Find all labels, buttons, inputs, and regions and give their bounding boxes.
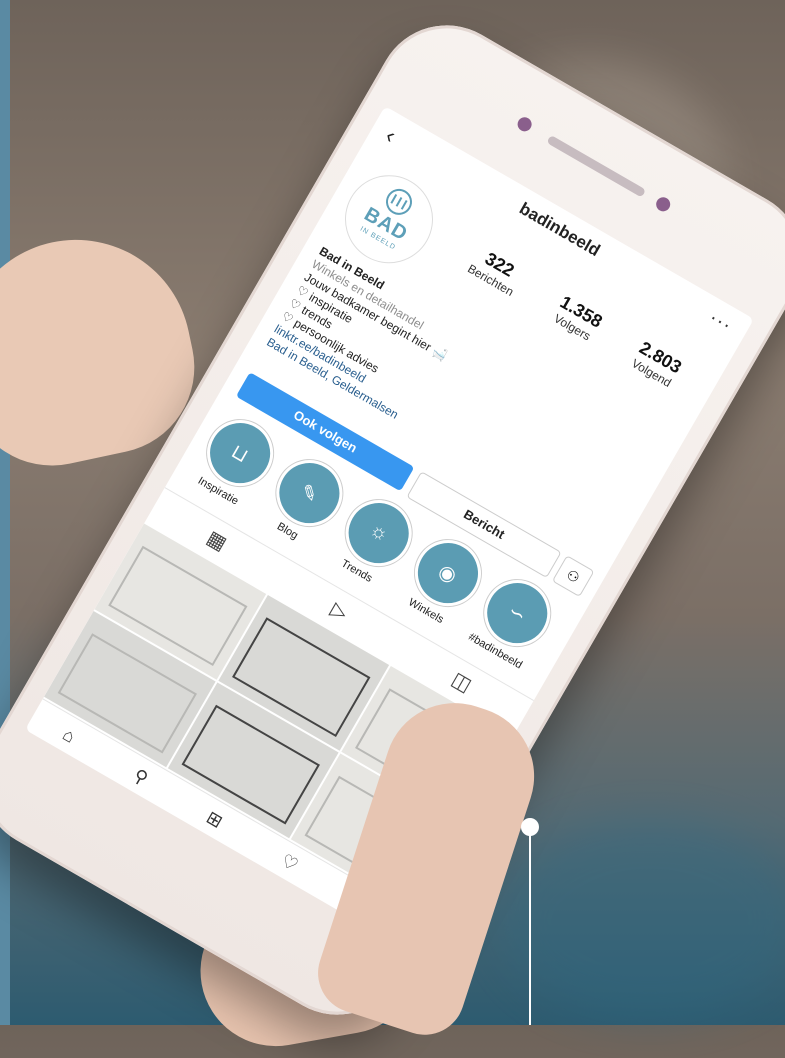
proximity-sensor: [653, 194, 673, 214]
search-icon[interactable]: ⚲: [126, 758, 155, 796]
activity-icon[interactable]: ♡: [274, 843, 306, 882]
reels-icon[interactable]: ▷: [322, 591, 355, 633]
add-person-icon[interactable]: ⚇: [551, 555, 595, 598]
stat-followers[interactable]: 1.358 Volgers: [549, 292, 605, 345]
background-blur: [500, 820, 785, 1020]
stat-following[interactable]: 2.803 Volgend: [628, 338, 685, 391]
front-camera: [515, 114, 535, 134]
left-edge-stripe: [0, 0, 10, 1025]
add-icon[interactable]: ⊞: [199, 800, 230, 839]
stat-posts[interactable]: 322 Berichten: [465, 243, 526, 298]
earpiece-speaker: [546, 134, 647, 198]
home-icon[interactable]: ⌂: [55, 717, 82, 754]
callout-line: [529, 828, 531, 1025]
tagged-icon[interactable]: ◫: [443, 660, 479, 704]
grid-icon[interactable]: ▦: [198, 519, 234, 563]
